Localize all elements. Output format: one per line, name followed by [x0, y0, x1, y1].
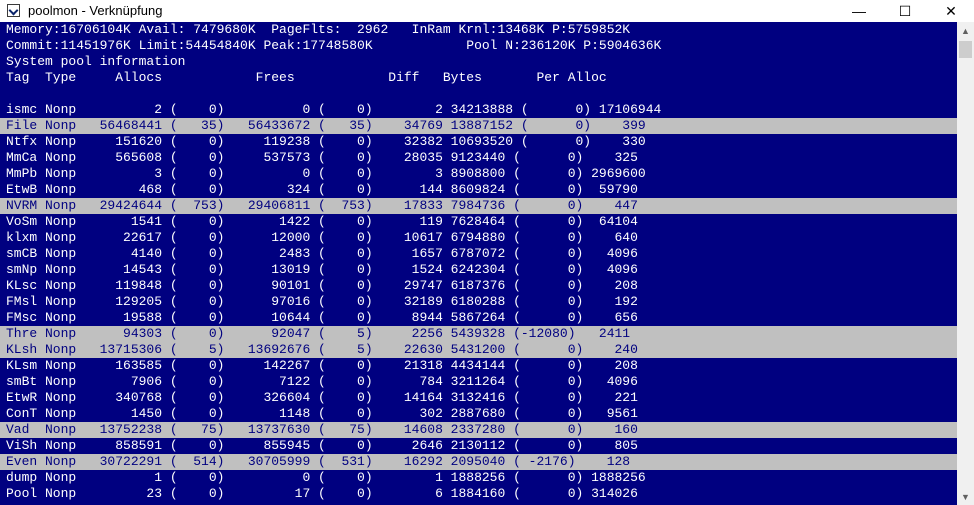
- table-row: File Nonp 56468441 ( 35) 56433672 ( 35) …: [0, 118, 957, 134]
- table-row: Thre Nonp 94303 ( 0) 92047 ( 5) 2256 543…: [0, 326, 957, 342]
- table-row: Pool Nonp 23 ( 0) 17 ( 0) 6 1884160 ( 0)…: [6, 486, 638, 501]
- scroll-thumb[interactable]: [959, 41, 972, 58]
- table-row: KLsc Nonp 119848 ( 0) 90101 ( 0) 29747 6…: [6, 278, 638, 293]
- table-row: ConT Nonp 1450 ( 0) 1148 ( 0) 302 288768…: [6, 406, 638, 421]
- table-row: klxm Nonp 22617 ( 0) 12000 ( 0) 10617 67…: [6, 230, 638, 245]
- table-row-text: Thre Nonp 94303 ( 0) 92047 ( 5) 2256 543…: [6, 326, 631, 341]
- table-row-text: Even Nonp 30722291 ( 514) 30705999 ( 531…: [6, 454, 631, 469]
- table-row: ismc Nonp 2 ( 0) 0 ( 0) 2 34213888 ( 0) …: [6, 102, 662, 117]
- table-row: Ntfx Nonp 151620 ( 0) 119238 ( 0) 32382 …: [6, 134, 646, 149]
- table-row: FMsc Nonp 19588 ( 0) 10644 ( 0) 8944 586…: [6, 310, 638, 325]
- scroll-down-icon[interactable]: ▼: [957, 488, 974, 505]
- table-row: dump Nonp 1 ( 0) 0 ( 0) 1 1888256 ( 0) 1…: [6, 470, 646, 485]
- table-row: VoSm Nonp 1541 ( 0) 1422 ( 0) 119 762846…: [6, 214, 638, 229]
- table-row-text: NVRM Nonp 29424644 ( 753) 29406811 ( 753…: [6, 198, 638, 213]
- table-row: Even Nonp 30722291 ( 514) 30705999 ( 531…: [0, 454, 957, 470]
- title-bar: poolmon - Verknüpfung — ☐ ✕: [0, 0, 974, 22]
- memory-summary-line: Memory:16706104K Avail: 7479680K PageFlt…: [6, 22, 631, 37]
- table-row: ViSh Nonp 858591 ( 0) 855945 ( 0) 2646 2…: [6, 438, 638, 453]
- table-row: KLsh Nonp 13715306 ( 5) 13692676 ( 5) 22…: [0, 342, 957, 358]
- table-row: Vad Nonp 13752238 ( 75) 13737630 ( 75) 1…: [0, 422, 957, 438]
- table-row: NVRM Nonp 29424644 ( 753) 29406811 ( 753…: [0, 198, 957, 214]
- console-app-icon[interactable]: [7, 4, 20, 17]
- table-row: MmPb Nonp 3 ( 0) 0 ( 0) 3 8908800 ( 0) 2…: [6, 166, 646, 181]
- close-button[interactable]: ✕: [928, 0, 974, 22]
- table-row-text: File Nonp 56468441 ( 35) 56433672 ( 35) …: [6, 118, 646, 133]
- pool-info-heading: System pool information: [6, 54, 186, 69]
- table-row: MmCa Nonp 565608 ( 0) 537573 ( 0) 28035 …: [6, 150, 638, 165]
- vertical-scrollbar[interactable]: ▲ ▼: [957, 22, 974, 505]
- window-title: poolmon - Verknüpfung: [28, 3, 163, 18]
- table-row: KLsm Nonp 163585 ( 0) 142267 ( 0) 21318 …: [6, 358, 638, 373]
- commit-summary-line: Commit:11451976K Limit:54454840K Peak:17…: [6, 38, 662, 53]
- table-row: smCB Nonp 4140 ( 0) 2483 ( 0) 1657 67870…: [6, 246, 638, 261]
- table-row: EtwR Nonp 340768 ( 0) 326604 ( 0) 14164 …: [6, 390, 638, 405]
- console-output[interactable]: Memory:16706104K Avail: 7479680K PageFlt…: [0, 22, 957, 505]
- table-row: smNp Nonp 14543 ( 0) 13019 ( 0) 1524 624…: [6, 262, 638, 277]
- table-row: FMsl Nonp 129205 ( 0) 97016 ( 0) 32189 6…: [6, 294, 638, 309]
- minimize-button[interactable]: —: [836, 0, 882, 22]
- maximize-button[interactable]: ☐: [882, 0, 928, 22]
- table-row-text: KLsh Nonp 13715306 ( 5) 13692676 ( 5) 22…: [6, 342, 638, 357]
- table-row: EtwB Nonp 468 ( 0) 324 ( 0) 144 8609824 …: [6, 182, 638, 197]
- table-row: smBt Nonp 7906 ( 0) 7122 ( 0) 784 321126…: [6, 374, 638, 389]
- table-row-text: Vad Nonp 13752238 ( 75) 13737630 ( 75) 1…: [6, 422, 638, 437]
- scroll-up-icon[interactable]: ▲: [957, 22, 974, 39]
- column-headers: Tag Type Allocs Frees Diff Bytes Per All…: [6, 70, 607, 85]
